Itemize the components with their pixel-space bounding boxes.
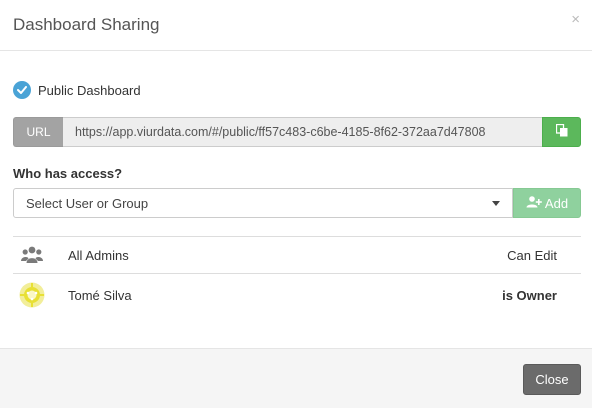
close-button[interactable]: Close: [523, 364, 581, 395]
who-has-access-label: Who has access?: [13, 166, 123, 181]
public-dashboard-label: Public Dashboard: [38, 82, 141, 98]
public-url-input[interactable]: https://app.viurdata.com/#/public/ff57c4…: [63, 117, 542, 147]
access-row: All Admins Can Edit: [13, 236, 581, 274]
modal-title: Dashboard Sharing: [13, 15, 160, 34]
dashboard-sharing-modal: Dashboard Sharing × Public Dashboard URL…: [0, 0, 592, 408]
select-placeholder: Select User or Group: [26, 195, 149, 211]
add-button[interactable]: Add: [513, 188, 581, 218]
copy-url-button[interactable]: [542, 117, 581, 147]
access-permission: is Owner: [502, 287, 557, 303]
add-access-group: Select User or Group Add: [13, 188, 581, 218]
add-button-label: Add: [544, 195, 569, 211]
access-permission[interactable]: Can Edit: [507, 248, 557, 263]
user-group-select[interactable]: Select User or Group: [13, 188, 513, 218]
public-dashboard-toggle[interactable]: Public Dashboard: [13, 81, 141, 99]
check-circle-icon[interactable]: [13, 81, 31, 99]
user-avatar-icon: [19, 282, 45, 308]
url-field-group: URL https://app.viurdata.com/#/public/ff…: [13, 117, 581, 147]
access-name: All Admins: [68, 247, 129, 263]
access-row: Tomé Silva is Owner: [13, 274, 581, 316]
access-name: Tomé Silva: [68, 287, 132, 303]
user-plus-icon: [526, 195, 542, 211]
url-addon-label: URL: [13, 117, 63, 147]
copy-icon: [555, 123, 568, 140]
chevron-down-icon: [492, 200, 500, 206]
close-icon[interactable]: ×: [571, 12, 580, 27]
users-group-icon: [19, 242, 45, 268]
access-list: All Admins Can Edit Tomé Silva is Owner: [13, 236, 581, 316]
modal-header: Dashboard Sharing ×: [0, 0, 592, 51]
modal-footer: Close: [0, 348, 592, 408]
